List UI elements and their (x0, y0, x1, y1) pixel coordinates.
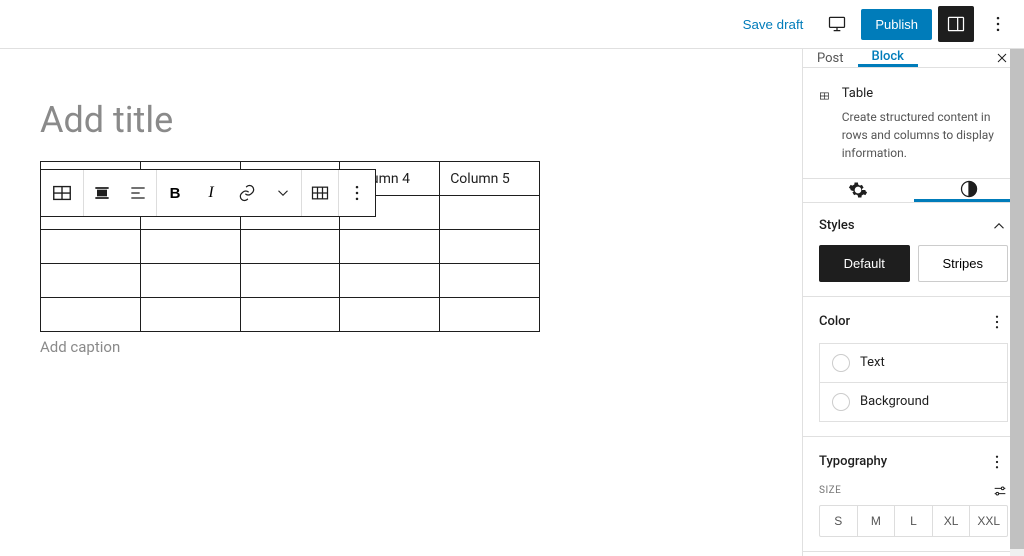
gear-icon (848, 180, 868, 200)
color-header: Color (819, 311, 1008, 333)
text-color-swatch (832, 354, 850, 372)
table-cell[interactable] (41, 298, 141, 332)
table-icon (819, 84, 830, 108)
more-vertical-icon (988, 313, 1006, 331)
settings-sidebar: Post Block Table Create structured conte… (802, 49, 1024, 556)
style-stripes-button[interactable]: Stripes (918, 245, 1009, 282)
color-background-row[interactable]: Background (819, 383, 1008, 422)
table-cell[interactable] (340, 230, 440, 264)
size-m-button[interactable]: M (858, 506, 896, 536)
size-l-button[interactable]: L (895, 506, 933, 536)
block-name: Table (842, 84, 1008, 104)
publish-button[interactable]: Publish (861, 9, 932, 40)
bold-button[interactable]: B (157, 170, 193, 216)
more-vertical-icon (988, 453, 1006, 471)
block-info: Table Create structured content in rows … (803, 68, 1024, 179)
table-cell[interactable] (140, 264, 240, 298)
table-icon (51, 182, 73, 204)
typography-options-button[interactable] (986, 451, 1008, 473)
chevron-down-icon (274, 184, 292, 202)
background-color-swatch (832, 393, 850, 411)
more-vertical-icon (988, 14, 1008, 34)
table-row (41, 298, 540, 332)
table-cell[interactable] (440, 230, 540, 264)
block-type-button[interactable] (41, 170, 83, 216)
color-background-label: Background (860, 394, 929, 409)
align-left-icon (128, 183, 148, 203)
options-button[interactable] (980, 6, 1016, 42)
edit-table-button[interactable] (302, 170, 338, 216)
desktop-icon (827, 14, 847, 34)
preview-button[interactable] (819, 6, 855, 42)
align-center-icon (92, 183, 112, 203)
top-toolbar: Save draft Publish (0, 0, 1024, 49)
color-text-row[interactable]: Text (819, 343, 1008, 383)
table-cell[interactable] (340, 298, 440, 332)
chevron-up-icon (990, 217, 1008, 235)
table-cell[interactable] (240, 264, 340, 298)
more-formatting-button[interactable] (265, 170, 301, 216)
styles-toggle[interactable]: Styles (819, 217, 1008, 235)
size-label: Size (819, 485, 841, 496)
table-cell[interactable] (140, 298, 240, 332)
close-icon (994, 50, 1010, 66)
color-section: Color Text Background (803, 297, 1024, 437)
italic-button[interactable]: I (193, 170, 229, 216)
size-s-button[interactable]: S (820, 506, 858, 536)
color-title: Color (819, 314, 850, 329)
typography-section: Typography Size S M L XL XXL (803, 437, 1024, 552)
tab-block[interactable]: Block (858, 49, 918, 67)
styles-icon (959, 179, 979, 199)
size-xl-button[interactable]: XL (933, 506, 971, 536)
block-options-button[interactable] (339, 170, 375, 216)
table-cell[interactable] (340, 264, 440, 298)
table-cell[interactable] (440, 196, 540, 230)
link-icon (237, 183, 257, 203)
typography-title: Typography (819, 454, 887, 469)
typography-header: Typography (819, 451, 1008, 473)
sidebar-subtabs (803, 179, 1024, 203)
styles-title: Styles (819, 218, 855, 233)
table-cell[interactable] (41, 230, 141, 264)
table-cell[interactable] (240, 230, 340, 264)
table-cell[interactable] (440, 264, 540, 298)
subtab-settings[interactable] (803, 179, 914, 202)
settings-toggle-button[interactable] (938, 6, 974, 42)
table-cell[interactable] (140, 230, 240, 264)
table-cell[interactable] (240, 298, 340, 332)
size-xxl-button[interactable]: XXL (970, 506, 1007, 536)
color-options-button[interactable] (986, 311, 1008, 333)
scrollbar-thumb[interactable] (1010, 49, 1024, 549)
custom-size-button[interactable] (992, 483, 1008, 499)
scrollbar[interactable] (1010, 49, 1024, 556)
more-vertical-icon (347, 183, 367, 203)
editor-canvas[interactable]: Add title B I (0, 49, 802, 556)
table-edit-icon (310, 183, 330, 203)
text-align-button[interactable] (120, 170, 156, 216)
table-cell[interactable] (41, 264, 141, 298)
table-row (41, 230, 540, 264)
sidebar-icon (946, 14, 966, 34)
table-cell[interactable] (440, 298, 540, 332)
color-text-label: Text (860, 355, 885, 370)
sliders-icon (992, 483, 1008, 499)
table-header-cell[interactable]: Column 5 (440, 162, 540, 196)
subtab-styles[interactable] (914, 179, 1024, 202)
dimensions-section: Dimensions Margin (803, 552, 1024, 556)
style-default-button[interactable]: Default (819, 245, 910, 282)
styles-section: Styles Default Stripes (803, 203, 1024, 297)
save-draft-button[interactable]: Save draft (733, 11, 814, 38)
table-row (41, 264, 540, 298)
align-button[interactable] (84, 170, 120, 216)
link-button[interactable] (229, 170, 265, 216)
block-toolbar: B I (40, 169, 376, 217)
post-title-input[interactable]: Add title (40, 99, 762, 141)
tab-post[interactable]: Post (803, 49, 858, 67)
sidebar-tabs: Post Block (803, 49, 1024, 68)
block-description: Create structured content in rows and co… (842, 108, 1008, 162)
table-caption-input[interactable]: Add caption (40, 338, 762, 356)
size-buttons: S M L XL XXL (819, 505, 1008, 537)
